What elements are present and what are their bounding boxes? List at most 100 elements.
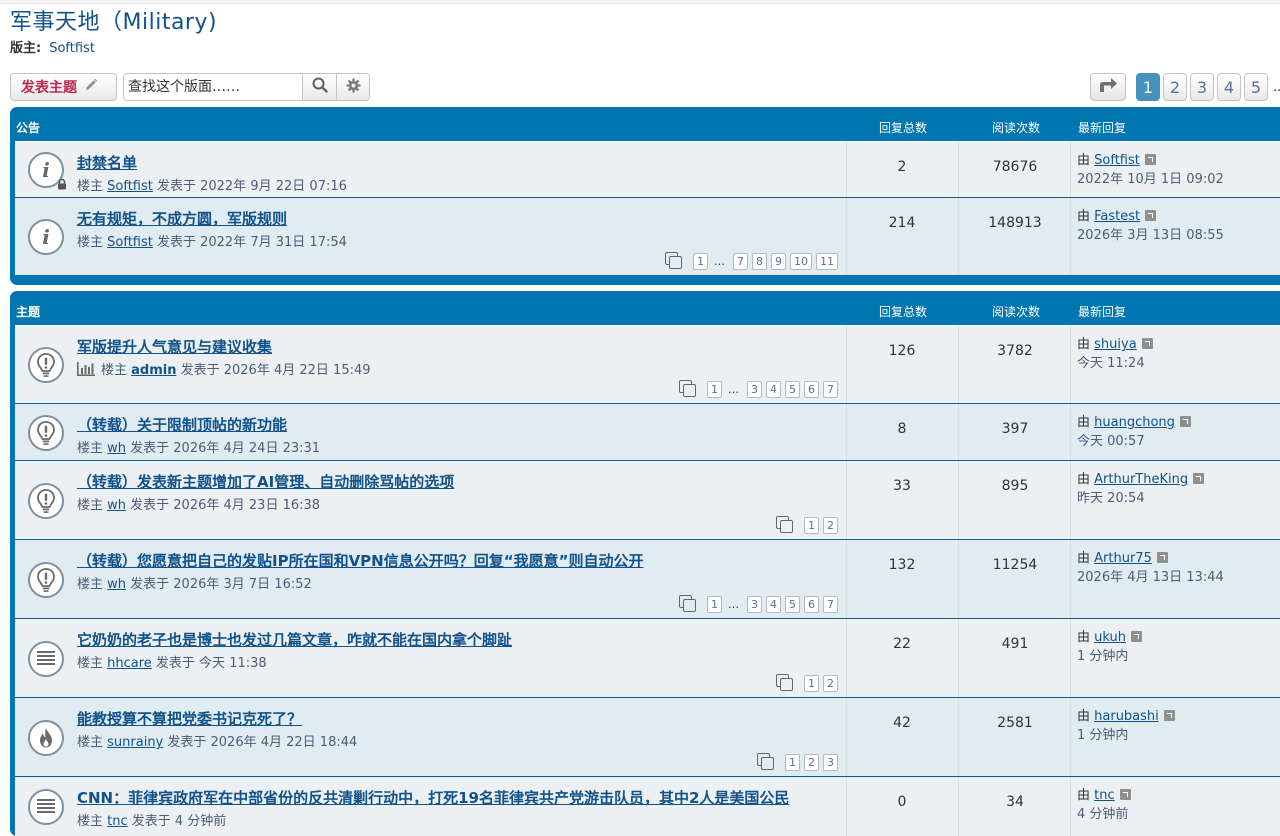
topic-byline: 楼主 wh 发表于 2026年 4月 23日 16:38 [77, 494, 320, 513]
last-post-prefix: 由 [1077, 415, 1095, 430]
topic-page-link[interactable]: 1 [707, 380, 722, 398]
topic-page-link[interactable]: 10 [790, 252, 812, 270]
author-link[interactable]: Softfist [107, 235, 153, 250]
topic-page-link[interactable]: 6 [804, 595, 819, 613]
topic-page-link[interactable]: 1 [804, 516, 819, 534]
go-to-last-post-icon[interactable] [1144, 154, 1156, 165]
page-button[interactable]: 4 [1217, 73, 1241, 101]
byline-prefix: 楼主 [77, 577, 108, 592]
topic-page-link[interactable]: 6 [804, 380, 819, 398]
page-button[interactable]: 5 [1244, 73, 1268, 101]
page-button[interactable]: 3 [1190, 73, 1214, 101]
topic-page-link[interactable]: 7 [823, 595, 838, 613]
last-post-author[interactable]: huangchong [1094, 415, 1175, 430]
topic-page-link[interactable]: 1 [804, 674, 819, 692]
announcement-icon: i [28, 219, 64, 255]
last-post: 由 harubashi 1 分钟内 [1077, 707, 1175, 745]
topic-page-link[interactable]: 4 [766, 595, 781, 613]
topic-page-link[interactable]: 2 [823, 516, 838, 534]
author-link[interactable]: wh [107, 498, 126, 513]
topic-title-link[interactable]: 封禁名单 [77, 152, 137, 173]
view-count: 34 [1006, 794, 1024, 810]
column-divider [846, 461, 847, 539]
last-post-author[interactable]: Softfist [1094, 153, 1140, 168]
announcements-box: 公告 回复总数 阅读次数 最新回复 i 封禁名单 楼主 Softfist 发表于 2… [10, 107, 1280, 285]
last-post-author[interactable]: ArthurTheKing [1094, 472, 1188, 487]
topic-page-link[interactable]: 3 [747, 380, 762, 398]
author-link[interactable]: Softfist [107, 179, 153, 194]
go-to-last-post-icon[interactable] [1179, 416, 1191, 427]
topic-title-link[interactable]: 军版提升人气意见与建议收集 [77, 336, 272, 357]
topic-byline: 楼主 sunrainy 发表于 2026年 4月 22日 18:44 [77, 731, 357, 750]
advanced-search-button[interactable] [336, 74, 369, 100]
author-link[interactable]: admin [131, 363, 176, 378]
topic-byline: 楼主 wh 发表于 2026年 3月 7日 16:52 [77, 573, 312, 592]
last-post-author[interactable]: ukuh [1094, 630, 1126, 645]
topic-page-link[interactable]: 8 [752, 252, 767, 270]
last-post-author[interactable]: Arthur75 [1094, 551, 1152, 566]
topic-byline: 楼主 wh 发表于 2026年 4月 24日 23:31 [77, 437, 320, 456]
go-to-last-post-icon[interactable] [1145, 210, 1157, 221]
topic-pagination: 12 [776, 674, 838, 692]
last-post-author[interactable]: shuiya [1094, 337, 1137, 352]
topic-page-link[interactable]: 7 [823, 380, 838, 398]
topic-title-link[interactable]: 它奶奶的老子也是博士也发过几篇文章，咋就不能在国内拿个脚趾 [77, 629, 512, 650]
go-to-last-post-icon[interactable] [1131, 631, 1142, 642]
topic-page-link[interactable]: 11 [816, 252, 838, 270]
moderator-link[interactable]: Softfist [49, 41, 95, 56]
last-post-author[interactable]: Fastest [1094, 209, 1140, 224]
topic-pagination: 1 … 3 4 5 6 7 [679, 380, 838, 398]
topic-title-link[interactable]: 无有规矩，不成方圆，军版规则 [77, 208, 287, 229]
column-divider [958, 326, 959, 403]
topic-page-link[interactable]: 3 [747, 595, 762, 613]
jump-to-page-button[interactable] [1090, 73, 1126, 101]
pagination-ellipsis: .. [1273, 79, 1280, 95]
last-post-time: 昨天 20:54 [1077, 491, 1145, 506]
author-link[interactable]: wh [107, 441, 126, 456]
topic-page-link[interactable]: 3 [823, 753, 838, 771]
topic-title-link[interactable]: CNN：菲律宾政府军在中部省份的反共清剿行动中，打死19名菲律宾共产党游击队员，… [77, 787, 789, 808]
reply-count: 22 [893, 636, 911, 652]
last-post-time: 今天 11:24 [1077, 356, 1145, 371]
header-views: 阅读次数 [992, 305, 1041, 319]
topic-title-link[interactable]: 能教授算不算把党委书记克死了？ [77, 708, 302, 729]
topic-page-link[interactable]: 1 [693, 252, 708, 270]
column-divider [1070, 404, 1071, 460]
go-to-last-post-icon[interactable] [1193, 473, 1205, 484]
topic-title-link[interactable]: （转载）发表新主题增加了AI管理、自动删除骂帖的选项 [77, 471, 454, 492]
topic-page-link[interactable]: 2 [804, 753, 819, 771]
topic-title-link[interactable]: （转载）您愿意把自己的发贴IP所在国和VPN信息公开吗？回复“我愿意”则自动公开 [77, 550, 643, 571]
author-link[interactable]: sunrainy [107, 735, 163, 750]
topic-row: 能教授算不算把党委书记克死了？ 楼主 sunrainy 发表于 2026年 4月 … [15, 697, 1280, 776]
page-buttons: 12345 [1136, 73, 1271, 101]
topic-page-link[interactable]: 1 [707, 595, 722, 613]
go-to-last-post-icon[interactable] [1156, 552, 1168, 563]
topic-page-link[interactable]: 1 [785, 753, 800, 771]
byline-prefix: 楼主 [77, 735, 108, 750]
search-input[interactable] [124, 74, 302, 100]
pagination: 12345 .. [1090, 73, 1280, 101]
new-topic-button[interactable]: 发表主题 [10, 73, 117, 101]
last-post-author[interactable]: tnc [1094, 788, 1114, 803]
topic-page-link[interactable]: 4 [766, 380, 781, 398]
page-button[interactable]: 1 [1136, 73, 1160, 101]
author-link[interactable]: hhcare [107, 656, 152, 671]
go-to-last-post-icon[interactable] [1163, 710, 1175, 721]
go-to-last-post-icon[interactable] [1119, 789, 1131, 800]
topic-page-link[interactable]: 7 [733, 252, 748, 270]
column-divider [1070, 142, 1071, 197]
topic-page-link[interactable]: 5 [785, 595, 800, 613]
author-link[interactable]: wh [107, 577, 126, 592]
column-divider [958, 461, 959, 539]
column-divider [958, 540, 959, 618]
forum-title[interactable]: 军事天地（Military) [10, 4, 217, 36]
last-post-author[interactable]: harubashi [1094, 709, 1159, 724]
search-button[interactable] [302, 74, 336, 100]
column-divider [958, 142, 959, 197]
topic-page-link[interactable]: 9 [771, 252, 786, 270]
topic-title-link[interactable]: （转载）关于限制顶帖的新功能 [77, 414, 287, 435]
page-button[interactable]: 2 [1163, 73, 1187, 101]
go-to-last-post-icon[interactable] [1141, 338, 1153, 349]
topic-page-link[interactable]: 2 [823, 674, 838, 692]
topic-page-link[interactable]: 5 [785, 380, 800, 398]
